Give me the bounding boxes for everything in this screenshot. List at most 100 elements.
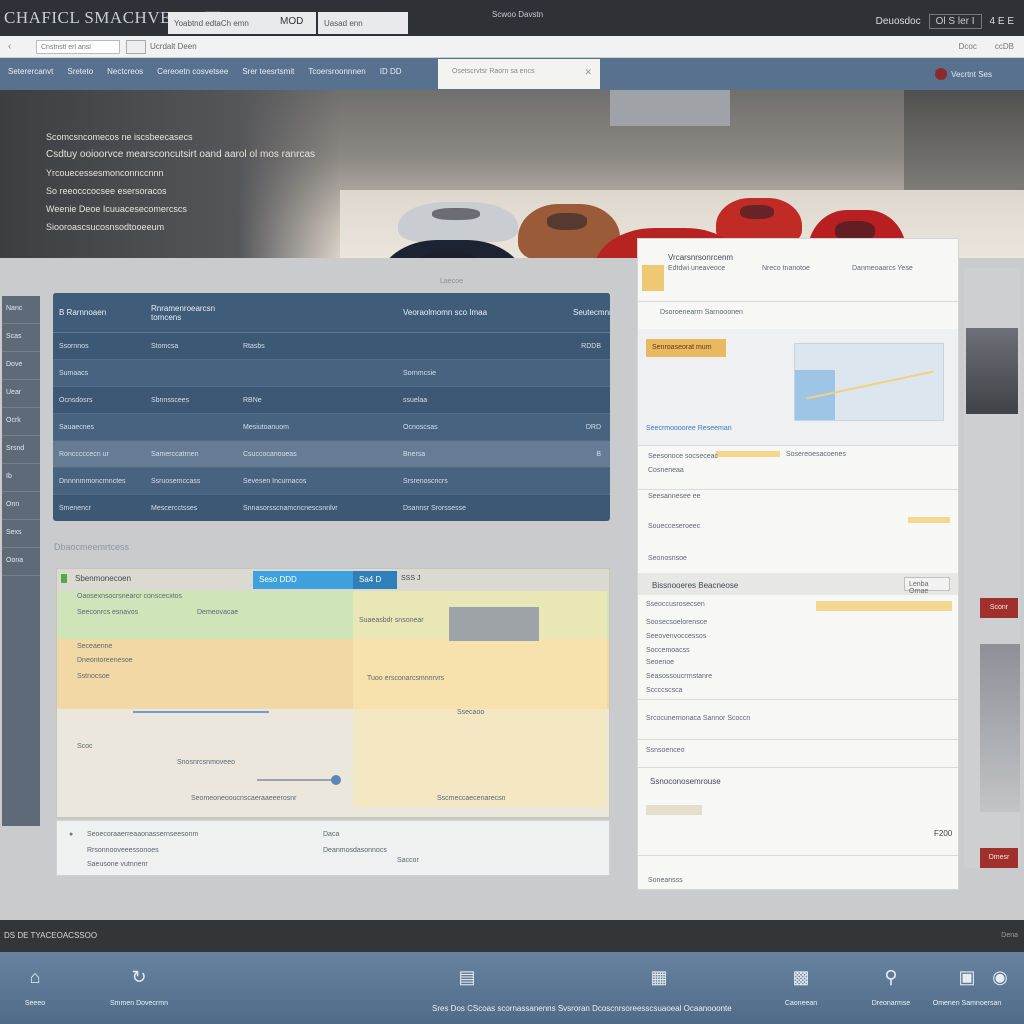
table-row[interactable]: Sauaecnes Mesiutoanuom Ocnoscsas DRD [53,414,610,441]
nav-search-placeholder: Osetscrvtsr Raorn sa encs [452,68,535,75]
table-cell: Mesiutoanuom [243,423,289,431]
sidebar-item[interactable]: Onn [2,492,40,520]
x-icon[interactable]: ✕ [584,67,592,78]
sidebar-item[interactable]: Srsnd [2,436,40,464]
form-title: Sbenmonecoen [61,574,131,583]
detail-link[interactable]: Seecrmooooree Reseeman [646,425,732,432]
nav-item[interactable]: Seterercanvt [8,67,53,76]
address-go-button[interactable] [126,40,146,54]
nav-item[interactable]: Sreteto [67,67,93,76]
dock-item[interactable]: ↻ Smmen Dovecrmn [104,964,174,1007]
left-sidebar: Nanc Scas Dove Uear Ocrk Srsnd Ib Onn Se… [2,296,40,826]
table-row[interactable]: Roncccccecn ur Samerccatrnen Csuccocanou… [53,441,610,468]
table-cell: RDDB [581,342,601,350]
dock-item[interactable]: ⚲ Dreonarmse [856,964,926,1007]
section-label: Laecoe [440,278,463,285]
sidebar-item[interactable]: Ocrk [2,408,40,436]
table-row[interactable]: Dnnnnmmoncrnnctes Ssruosemccass Sevesen … [53,468,610,495]
address-bar: ‹ Ucrdalt Deen Dcoc ccDB [0,36,1024,58]
booking-form-panel: Sbenmonecoen Seso DDD Sa4 D Oaosexnsocrs… [56,568,610,818]
dock-item[interactable]: ▤ [432,964,502,990]
car-image [398,202,518,242]
calendar-icon: ▦ [650,967,668,987]
dock-item[interactable]: ⌂ Seeeo [0,964,70,1007]
hero-line: Weenie Deoe Icuuacesecomercscs [46,204,187,214]
detail-action-button[interactable] [646,805,702,815]
vehicle-thumbnail[interactable] [449,607,539,641]
vehicle-badge-icon [642,265,664,291]
inventory-table: B Rarnnoaen Rnramenroearcsn tomcens Veor… [53,293,610,521]
range-slider-track[interactable] [257,779,335,781]
promo-button[interactable]: Sconr [980,598,1018,618]
location-map[interactable] [794,343,944,421]
address-right-tools: Dcoc ccDB [959,42,1014,51]
table-row[interactable]: Ssornnos Stomcsa Rtasbs RDDB [53,333,610,360]
address-tool-a[interactable]: Dcoc [959,42,977,51]
dock-label: Omenen Samnoersan [932,1000,1002,1007]
dock-item[interactable]: ▦ [624,964,694,990]
sidebar-item[interactable]: Ib [2,464,40,492]
form-field-label: Snosnrcsnmoveeo [177,759,235,766]
car-icon: ◉ [992,967,1008,987]
window-caption: Scwoo Davstn [492,10,544,19]
column-header[interactable]: Rnramenroearcsn tomcens [145,304,237,322]
window-icons[interactable]: 4 E E [990,16,1014,27]
summary-line: Saeusone vutnnenr [87,861,148,868]
nav-item[interactable]: ID DD [380,67,402,76]
highlight-bar [816,601,952,611]
dock-item[interactable]: ◉ [976,964,1024,990]
status-badge: Senroaseorat mum [646,339,726,357]
highlight-bar [716,451,780,457]
brand-name: Vecrtnt Ses [951,69,992,79]
form-field-label: Seeconrcs esnavos [77,609,139,616]
hero-line: Scomcsncomecos ne iscsbeecasecs [46,132,193,142]
address-tool-b[interactable]: ccDB [995,42,1014,51]
form-field-label: Tuoo ersconarcsmnnrvrs [367,675,445,682]
table-cell: DRD [585,423,601,431]
address-input[interactable] [36,40,120,54]
status-right: Dena [1001,932,1018,939]
sidebar-item[interactable]: Oona [2,548,40,576]
sidebar-item[interactable]: Uear [2,380,40,408]
dock-item[interactable]: ▩ Caoneean [766,964,836,1007]
form-tab[interactable]: Sa4 D [353,571,397,589]
divider [638,739,958,740]
nav-item[interactable]: Cereoetn cosvetsee [157,67,228,76]
sidebar-item[interactable]: Sexs [2,520,40,548]
table-row[interactable]: Sumaacs Sornmcsie [53,360,610,387]
browser-tab[interactable]: Uasad enn [318,12,408,34]
summary-line: Saccor [397,857,419,864]
hero-banner: Scomcsncomecos ne iscsbeecasecs Csdtuy o… [0,90,1024,258]
window-control-box[interactable]: Ol S ler I [928,14,982,29]
detail-footer: Soneansss [648,877,683,884]
table-row[interactable]: Smenencr Mescercctsses Snnasorsscnamcncn… [53,495,610,521]
detail-meta: Danmeoaarcs Yese [852,265,913,272]
nav-item[interactable]: Srer teesrtsmit [242,67,294,76]
section-filter-chip[interactable]: Lenba Ornae [904,577,950,595]
divider [638,855,958,856]
sidebar-item[interactable]: Scas [2,324,40,352]
promo-button[interactable]: Dmesr [980,848,1018,868]
column-header[interactable]: B Rarnnoaen [53,308,145,317]
form-field-label: Sscmeccaecenarecsn [437,795,506,802]
divider [638,767,958,768]
range-slider-knob[interactable] [331,775,341,785]
table-row[interactable]: Ocnsdosrs Sbnnsscees RBNe ssuelaa [53,387,610,414]
back-arrow-icon[interactable]: ‹ [8,41,11,52]
nav-item[interactable]: Tcoersroonnnen [308,67,365,76]
right-sidebar: Sconr Dmesr [964,268,1020,868]
table-cell: Roncccccecn ur [59,450,109,458]
tab-badge: MOD [280,16,304,27]
table-cell: Rtasbs [243,342,265,350]
nav-item[interactable]: Nectcreos [107,67,143,76]
sidebar-item[interactable]: Nanc [2,296,40,324]
table-cell: Mescercctsses [151,504,198,512]
promo-thumbnail[interactable] [966,328,1018,414]
brand[interactable]: Vecrtnt Ses [935,68,992,80]
sidebar-item[interactable]: Dove [2,352,40,380]
column-header[interactable]: Veoraolmomn sco Imaa [397,308,567,317]
form-tab[interactable]: Seso DDD [253,571,353,589]
account-label[interactable]: Deuosdoc [876,16,921,27]
column-header[interactable]: Seutecmnn [567,308,610,317]
nav-search-box[interactable]: Osetscrvtsr Raorn sa encs ✕ [438,59,600,89]
